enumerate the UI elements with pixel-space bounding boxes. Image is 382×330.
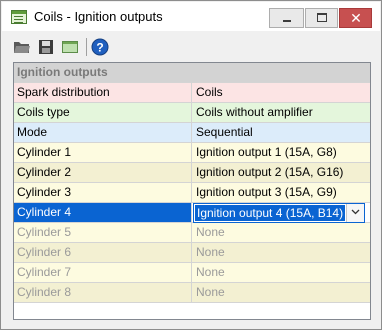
property-name: Coils type (14, 103, 192, 122)
title-bar[interactable]: Coils - Ignition outputs ✕ (2, 2, 380, 31)
table-row[interactable]: Cylinder 1 Ignition output 1 (15A, G8) (14, 143, 370, 163)
table-row[interactable]: Spark distribution Coils (14, 83, 370, 103)
property-name: Cylinder 8 (14, 283, 192, 302)
property-name: Cylinder 1 (14, 143, 192, 162)
table-row[interactable]: Cylinder 3 Ignition output 3 (15A, G9) (14, 183, 370, 203)
open-folder-icon (14, 42, 30, 53)
maximize-icon (317, 13, 327, 22)
table-row: Cylinder 7 None (14, 263, 370, 283)
panel-icon (62, 41, 78, 53)
toolbar-separator (86, 38, 87, 56)
chevron-down-icon (351, 209, 360, 215)
group-title: Ignition outputs (17, 65, 108, 79)
property-name: Spark distribution (14, 83, 192, 102)
property-value[interactable]: Sequential (193, 123, 370, 142)
property-name: Cylinder 4 (14, 203, 192, 222)
property-value[interactable]: Ignition output 3 (15A, G9) (193, 183, 370, 202)
property-value: None (196, 285, 225, 299)
help-button[interactable]: ? (91, 38, 109, 56)
property-value[interactable]: Coils (193, 83, 370, 102)
dropdown-button[interactable] (346, 204, 364, 222)
save-button[interactable] (37, 38, 55, 56)
save-icon (39, 40, 53, 54)
panel-button[interactable] (61, 38, 79, 56)
table-row[interactable]: Coils type Coils without amplifier (14, 103, 370, 123)
coils-window: Coils - Ignition outputs ✕ ? Ignition ou… (0, 0, 382, 330)
group-header[interactable]: Ignition outputs (14, 63, 370, 83)
property-name: Cylinder 7 (14, 263, 192, 282)
help-icon: ? (91, 38, 109, 56)
ignition-output-select[interactable]: Ignition output 4 (15A, B14) (193, 203, 365, 223)
property-grid: Ignition outputs Spark distribution Coil… (13, 62, 371, 320)
table-row: Cylinder 5 None (14, 223, 370, 243)
window-title: Coils - Ignition outputs (34, 9, 163, 24)
toolbar: ? (2, 32, 380, 62)
property-value[interactable]: Ignition output 1 (15A, G8) (193, 143, 370, 162)
property-value[interactable]: Ignition output 2 (15A, G16) (193, 163, 370, 182)
table-row[interactable]: Cylinder 2 Ignition output 2 (15A, G16) (14, 163, 370, 183)
property-value: None (196, 245, 225, 259)
property-value: None (196, 225, 225, 239)
property-name: Cylinder 5 (14, 223, 192, 242)
property-name: Cylinder 6 (14, 243, 192, 262)
property-value: None (196, 265, 225, 279)
table-row: Cylinder 8 None (14, 283, 370, 303)
svg-text:?: ? (96, 41, 103, 55)
minimize-icon (283, 20, 291, 22)
property-name: Cylinder 2 (14, 163, 192, 182)
property-name: Cylinder 3 (14, 183, 192, 202)
property-name: Mode (14, 123, 192, 142)
close-icon: ✕ (350, 10, 362, 26)
open-button[interactable] (13, 38, 31, 56)
minimize-button[interactable] (269, 8, 304, 28)
close-button[interactable]: ✕ (339, 8, 372, 28)
table-row: Cylinder 6 None (14, 243, 370, 263)
selected-value: Ignition output 4 (15A, B14) (195, 205, 346, 221)
table-app-icon (11, 10, 27, 24)
maximize-button[interactable] (305, 8, 338, 28)
property-value[interactable]: Coils without amplifier (193, 103, 370, 122)
table-row[interactable]: Mode Sequential (14, 123, 370, 143)
table-row-selected[interactable]: Cylinder 4 Ignition output 4 (15A, B14) (14, 203, 370, 223)
